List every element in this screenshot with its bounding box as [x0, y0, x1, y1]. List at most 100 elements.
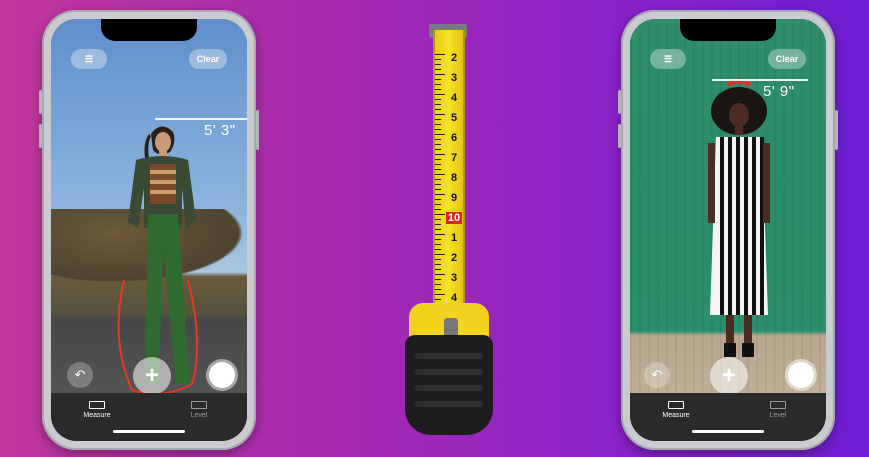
tape-tick — [435, 224, 441, 225]
tape-tick — [435, 254, 445, 255]
tape-number: 10 — [446, 212, 462, 224]
home-indicator — [692, 430, 764, 433]
tape-tick — [435, 239, 441, 240]
tape-tick — [435, 174, 445, 175]
volume-button — [618, 90, 621, 114]
tape-tick — [435, 169, 441, 170]
tape-tick — [435, 214, 445, 215]
tape-number: 7 — [450, 152, 458, 164]
tape-tick — [435, 219, 441, 220]
grip — [415, 353, 483, 359]
tab-bar: Measure Level — [51, 393, 247, 441]
tape-number: 9 — [450, 192, 458, 204]
tape-tick — [435, 189, 441, 190]
level-icon — [191, 401, 207, 409]
tape-tick — [435, 104, 441, 105]
tape-tick — [435, 289, 441, 290]
add-point-button[interactable]: + — [133, 357, 171, 395]
tape-number: 8 — [450, 172, 458, 184]
tape-tick — [435, 119, 441, 120]
tab-label: Measure — [662, 412, 690, 419]
undo-button[interactable]: ↶ — [67, 362, 93, 388]
grip — [415, 385, 483, 391]
measurement-value: 5' 3" — [204, 122, 236, 139]
list-button[interactable]: ☰ — [650, 49, 686, 69]
undo-button[interactable]: ↶ — [644, 362, 670, 388]
measurement-line — [712, 79, 808, 81]
tape-tick — [435, 129, 441, 130]
tape-tick — [435, 109, 441, 110]
tape-tick — [435, 294, 445, 295]
left-phone: ☰ Clear 5' 3" ↶ + Measure Level — [39, 10, 259, 450]
tape-number: 6 — [450, 132, 458, 144]
tape-number: 2 — [450, 52, 458, 64]
tape-tick — [435, 204, 441, 205]
level-icon — [770, 401, 786, 409]
tape-tick — [435, 114, 445, 115]
list-icon: ☰ — [84, 53, 94, 64]
tape-tick — [435, 69, 441, 70]
capture-button[interactable] — [209, 362, 235, 388]
undo-icon: ↶ — [651, 367, 663, 382]
add-point-button[interactable]: + — [710, 357, 748, 395]
tape-tick — [435, 244, 441, 245]
tape-number: 5 — [450, 112, 458, 124]
tape-tick — [435, 59, 441, 60]
tape-tick — [435, 94, 445, 95]
volume-button — [39, 124, 42, 148]
tape-tick — [435, 139, 441, 140]
notch — [101, 19, 197, 41]
tape-housing — [405, 335, 493, 435]
tape-tick — [435, 209, 441, 210]
tape-tick — [435, 124, 441, 125]
ruler-icon — [89, 401, 105, 409]
list-button[interactable]: ☰ — [71, 49, 107, 69]
grip — [415, 401, 483, 407]
tab-measure[interactable]: Measure — [646, 401, 706, 419]
tape-tick — [435, 79, 441, 80]
tape-tick — [435, 229, 441, 230]
tape-tick — [435, 99, 441, 100]
tape-tick — [435, 149, 441, 150]
clear-button[interactable]: Clear — [768, 49, 806, 69]
tape-tick — [435, 84, 441, 85]
volume-button — [39, 90, 42, 114]
tape-tick — [435, 184, 441, 185]
tape-tick — [435, 179, 441, 180]
tape-tick — [435, 249, 441, 250]
volume-button — [618, 124, 621, 148]
tape-number: 3 — [450, 72, 458, 84]
tape-tick — [435, 284, 441, 285]
tape-tick — [435, 89, 441, 90]
tape-number: 2 — [450, 252, 458, 264]
clear-button[interactable]: Clear — [189, 49, 227, 69]
tape-tick — [435, 199, 441, 200]
tape-tick — [435, 164, 441, 165]
tab-label: Level — [190, 412, 208, 419]
tape-tick — [435, 54, 445, 55]
plus-icon: + — [721, 362, 736, 389]
power-button — [256, 110, 259, 150]
person-figure — [708, 78, 770, 357]
tape-tick — [435, 194, 445, 195]
tab-label: Measure — [83, 412, 111, 419]
tape-tick — [435, 279, 441, 280]
tape-tick — [435, 64, 441, 65]
tape-number: 3 — [450, 272, 458, 284]
tape-tick — [435, 74, 445, 75]
tab-level[interactable]: Level — [748, 401, 808, 419]
tape-tick — [435, 234, 445, 235]
capture-button[interactable] — [788, 362, 814, 388]
tape-tick — [435, 274, 445, 275]
tab-measure[interactable]: Measure — [67, 401, 127, 419]
home-indicator — [113, 430, 185, 433]
tape-tick — [435, 159, 441, 160]
tape-tick — [435, 259, 441, 260]
tape-tick — [435, 154, 445, 155]
tape-number: 1 — [450, 232, 458, 244]
measurement-line — [155, 118, 247, 120]
left-screen: ☰ Clear 5' 3" ↶ + Measure Level — [51, 19, 247, 441]
notch — [680, 19, 776, 41]
tab-level[interactable]: Level — [169, 401, 229, 419]
measurement-value: 5' 9" — [763, 83, 795, 100]
